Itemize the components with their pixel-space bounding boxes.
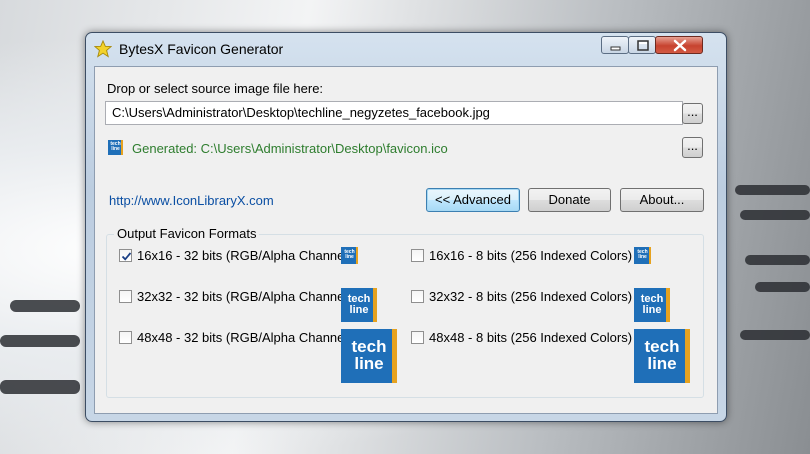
browse-output-button[interactable]: ...: [682, 137, 703, 158]
preview-text-bottom: line: [642, 304, 662, 316]
background-stripe: [10, 300, 80, 312]
window-title: BytesX Favicon Generator: [119, 41, 284, 57]
preview-spine: [392, 329, 397, 383]
preview-spine: [649, 247, 651, 264]
techline-icon: tech line: [108, 140, 123, 155]
background-stripe: [745, 255, 810, 265]
minimize-icon: [610, 46, 621, 51]
generated-status: Generated: C:\Users\Administrator\Deskto…: [132, 141, 448, 156]
format-checkbox-16-32bit[interactable]: [119, 249, 132, 262]
preview-48-8bit: tech line: [634, 329, 690, 383]
preview-48-32bit: tech line: [341, 329, 397, 383]
format-label-32-8bit[interactable]: 32x32 - 8 bits (256 Indexed Colors): [429, 289, 632, 304]
format-label-32-32bit[interactable]: 32x32 - 32 bits (RGB/Alpha Channel): [137, 289, 352, 304]
background-stripe: [0, 335, 80, 347]
preview-text-top: tech: [351, 337, 387, 356]
format-label-16-8bit[interactable]: 16x16 - 8 bits (256 Indexed Colors): [429, 248, 632, 263]
close-button[interactable]: [655, 36, 703, 54]
preview-16-32bit: tech line: [341, 247, 358, 264]
format-checkbox-48-32bit[interactable]: [119, 331, 132, 344]
format-checkbox-48-8bit[interactable]: [411, 331, 424, 344]
format-label-16-32bit[interactable]: 16x16 - 32 bits (RGB/Alpha Channel): [137, 248, 352, 263]
background-stripe: [740, 210, 810, 220]
website-link[interactable]: http://www.IconLibraryX.com: [109, 193, 274, 208]
preview-spine: [373, 288, 377, 322]
preview-16-8bit: tech line: [634, 247, 651, 264]
donate-button[interactable]: Donate: [528, 188, 611, 212]
background-stripe: [735, 185, 810, 195]
preview-spine: [685, 329, 690, 383]
preview-text-bottom: line: [354, 354, 384, 373]
preview-text-bottom: line: [349, 304, 369, 316]
format-checkbox-32-8bit[interactable]: [411, 290, 424, 303]
about-button[interactable]: About...: [620, 188, 704, 212]
checkmark-icon: [121, 252, 132, 261]
browse-source-button[interactable]: ...: [682, 103, 703, 124]
preview-text-bottom: line: [647, 354, 677, 373]
advanced-button[interactable]: << Advanced: [426, 188, 520, 212]
preview-spine: [666, 288, 670, 322]
source-label: Drop or select source image file here:: [107, 81, 324, 96]
close-icon: [673, 39, 687, 52]
background-stripe: [740, 330, 810, 340]
minimize-button[interactable]: [601, 36, 629, 54]
title-bar[interactable]: BytesX Favicon Generator: [86, 33, 726, 65]
format-label-48-32bit[interactable]: 48x48 - 32 bits (RGB/Alpha Channel): [137, 330, 352, 345]
maximize-icon: [637, 40, 649, 51]
background-stripe: [0, 380, 80, 394]
formats-group-title: Output Favicon Formats: [114, 226, 260, 241]
preview-spine: [356, 247, 358, 264]
icon-spine: [121, 140, 123, 155]
format-checkbox-32-32bit[interactable]: [119, 290, 132, 303]
preview-32-8bit: tech line: [634, 288, 670, 322]
format-checkbox-16-8bit[interactable]: [411, 249, 424, 262]
star-icon: [94, 40, 112, 58]
source-path-input[interactable]: C:\Users\Administrator\Desktop\techline_…: [105, 101, 683, 125]
background-stripe: [755, 282, 810, 292]
preview-32-32bit: tech line: [341, 288, 377, 322]
preview-text-top: tech: [644, 337, 680, 356]
app-window: BytesX Favicon Generator Drop or select …: [85, 32, 727, 422]
maximize-button[interactable]: [628, 36, 656, 54]
format-label-48-8bit[interactable]: 48x48 - 8 bits (256 Indexed Colors): [429, 330, 632, 345]
